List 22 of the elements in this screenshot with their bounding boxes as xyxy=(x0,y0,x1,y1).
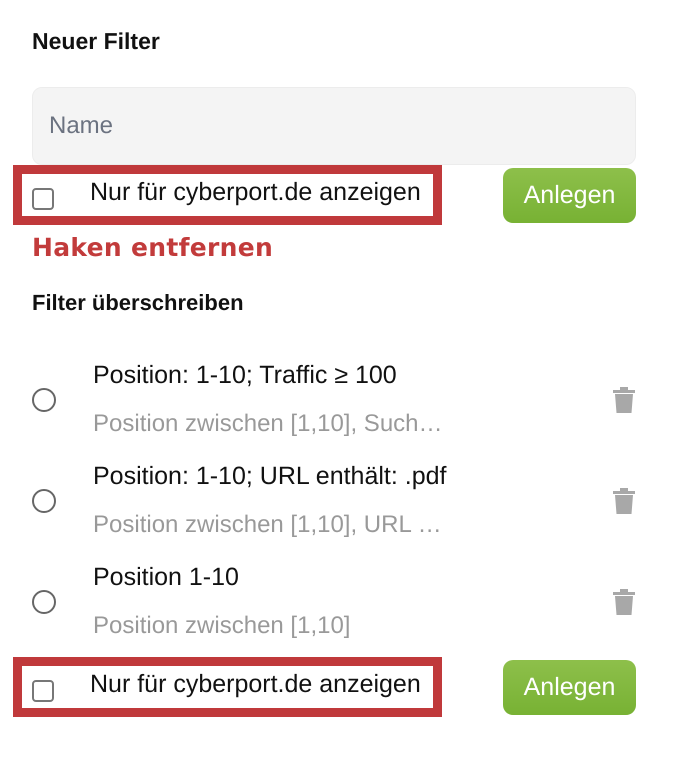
checkbox[interactable] xyxy=(32,680,54,702)
section-title: Filter überschreiben xyxy=(32,290,245,316)
delete-icon[interactable] xyxy=(612,486,636,514)
delete-icon[interactable] xyxy=(612,386,636,414)
delete-icon[interactable] xyxy=(612,588,636,616)
filter-description: Position zwischen [1,10] xyxy=(93,612,352,640)
form-title: Neuer Filter xyxy=(32,28,161,55)
filter-title: Position: 1-10; Traffic ≥ 100 xyxy=(93,361,398,390)
create-button[interactable]: Anlegen xyxy=(503,660,636,714)
annotation-text: Haken entfernen xyxy=(32,233,274,262)
create-button[interactable]: Anlegen xyxy=(503,168,636,222)
radio-button[interactable] xyxy=(32,388,56,412)
filter-description: Position zwischen [1,10], Such… xyxy=(93,410,444,438)
checkbox-label: Nur für cyberport.de anzeigen xyxy=(90,670,421,698)
radio-button[interactable] xyxy=(32,488,56,512)
checkbox-label: Nur für cyberport.de anzeigen xyxy=(90,178,421,206)
filter-title: Position 1-10 xyxy=(93,563,240,592)
radio-button[interactable] xyxy=(32,590,56,614)
filter-title: Position: 1-10; URL enthält: .pdf xyxy=(93,462,448,491)
name-field[interactable]: Name xyxy=(32,87,636,165)
filter-description: Position zwischen [1,10], URL … xyxy=(93,511,443,539)
checkbox[interactable] xyxy=(32,188,54,210)
